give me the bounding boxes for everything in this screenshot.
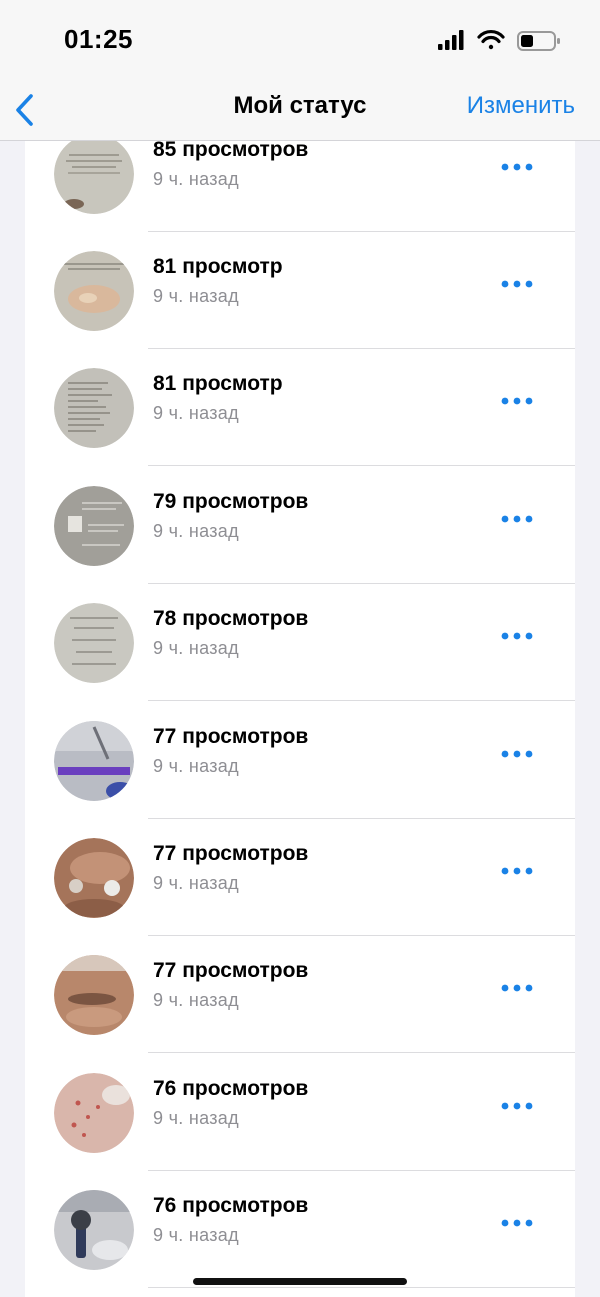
status-time: 9 ч. назад	[153, 286, 239, 306]
status-thumbnail	[54, 603, 134, 683]
row-separator	[148, 1287, 575, 1288]
battery-icon	[517, 31, 560, 51]
status-thumbnail	[54, 838, 134, 918]
more-options-icon[interactable]	[501, 981, 533, 995]
status-time: 9 ч. назад	[153, 638, 239, 658]
status-row[interactable]: 85 просмотров 9 ч. назад	[25, 141, 575, 232]
status-thumbnail	[54, 368, 134, 448]
status-time: 9 ч. назад	[153, 1225, 239, 1245]
views-count: 78 просмотров	[153, 607, 309, 630]
status-time: 9 ч. назад	[153, 169, 239, 189]
row-separator	[148, 700, 575, 701]
navigation-bar: Мой статус Изменить	[0, 80, 600, 141]
views-count: 81 просмотр	[153, 372, 283, 395]
status-thumbnail	[54, 141, 134, 214]
status-row[interactable]: 77 просмотров 9 ч. назад	[25, 702, 575, 819]
row-separator	[148, 1052, 575, 1053]
status-row[interactable]: 76 просмотров 9 ч. назад	[25, 1054, 575, 1171]
edit-button[interactable]: Изменить	[467, 92, 575, 120]
status-time: 9 ч. назад	[153, 1108, 239, 1128]
views-count: 76 просмотров	[153, 1077, 309, 1100]
status-thumbnail	[54, 1190, 134, 1270]
status-time: 9 ч. назад	[153, 756, 239, 776]
status-row[interactable]: 76 просмотров 9 ч. назад	[25, 1171, 575, 1288]
status-thumbnail	[54, 251, 134, 331]
status-time: 9 ч. назад	[153, 403, 239, 423]
home-indicator[interactable]	[193, 1278, 407, 1285]
more-options-icon[interactable]	[501, 864, 533, 878]
status-row[interactable]: 81 просмотр 9 ч. назад	[25, 349, 575, 466]
status-thumbnail	[54, 486, 134, 566]
clock: 01:25	[64, 24, 133, 54]
views-count: 77 просмотров	[153, 725, 309, 748]
status-bar: 01:25	[0, 0, 600, 80]
status-row[interactable]: 77 просмотров 9 ч. назад	[25, 819, 575, 936]
status-thumbnail	[54, 1073, 134, 1153]
system-status-icons	[438, 30, 560, 51]
views-count: 77 просмотров	[153, 842, 309, 865]
views-count: 76 просмотров	[153, 1194, 309, 1217]
wifi-icon	[477, 30, 505, 50]
status-time: 9 ч. назад	[153, 873, 239, 893]
views-count: 79 просмотров	[153, 490, 309, 513]
status-row[interactable]: 79 просмотров 9 ч. назад	[25, 467, 575, 584]
status-row[interactable]: 81 просмотр 9 ч. назад	[25, 232, 575, 349]
views-count: 77 просмотров	[153, 959, 309, 982]
more-options-icon[interactable]	[501, 394, 533, 408]
row-separator	[148, 465, 575, 466]
more-options-icon[interactable]	[501, 277, 533, 291]
status-thumbnail	[54, 955, 134, 1035]
status-list: 85 просмотров 9 ч. назад 81 просмотр 9 ч…	[25, 141, 575, 1297]
status-row[interactable]: 78 просмотров 9 ч. назад	[25, 584, 575, 701]
status-row[interactable]: 77 просмотров 9 ч. назад	[25, 936, 575, 1053]
views-count: 85 просмотров	[153, 141, 309, 161]
more-options-icon[interactable]	[501, 512, 533, 526]
more-options-icon[interactable]	[501, 160, 533, 174]
more-options-icon[interactable]	[501, 747, 533, 761]
status-thumbnail	[54, 721, 134, 801]
more-options-icon[interactable]	[501, 1099, 533, 1113]
signal-icon	[438, 30, 464, 50]
more-options-icon[interactable]	[501, 1216, 533, 1230]
status-time: 9 ч. назад	[153, 990, 239, 1010]
views-count: 81 просмотр	[153, 255, 283, 278]
status-time: 9 ч. назад	[153, 521, 239, 541]
more-options-icon[interactable]	[501, 629, 533, 643]
